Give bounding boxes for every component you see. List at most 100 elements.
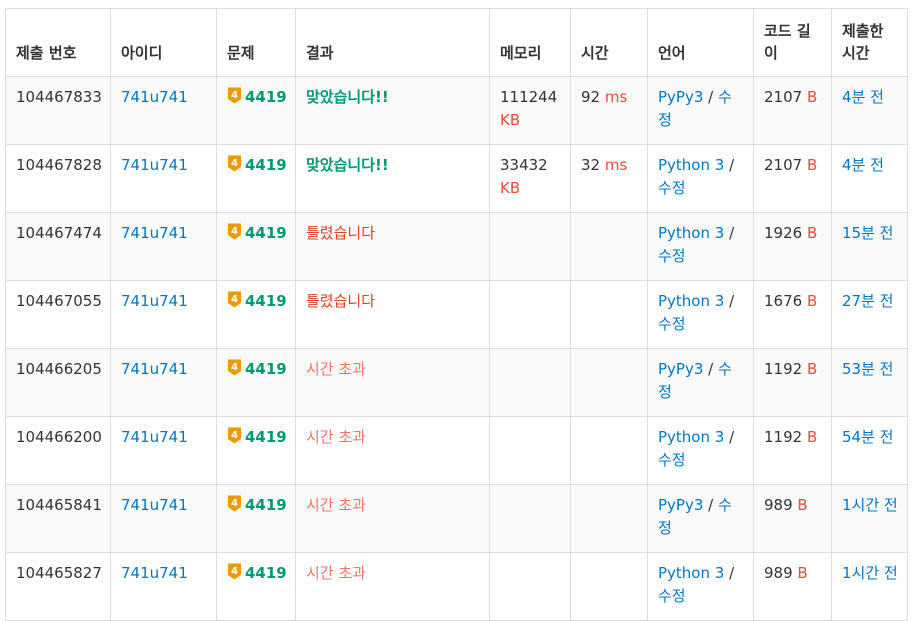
language-link[interactable]: Python 3 (658, 224, 724, 242)
time-cell (570, 212, 648, 281)
problem-cell: 4 4419 (216, 76, 296, 145)
problem-link[interactable]: 4419 (245, 156, 287, 174)
result-text[interactable]: 시간 초과 (306, 360, 366, 378)
memory-cell (489, 552, 571, 621)
result-cell: 맞았습니다!! (295, 144, 490, 213)
language-cell: PyPy3 / 수정 (647, 484, 754, 553)
memory-cell (489, 416, 571, 485)
svg-text:4: 4 (231, 90, 238, 101)
problem-link[interactable]: 4419 (245, 496, 287, 514)
code-length-cell: 2107 B (753, 76, 832, 145)
submitted-time-link[interactable]: 15분 전 (842, 224, 893, 242)
problem-cell: 4 4419 (216, 484, 296, 553)
header-user-id: 아이디 (110, 8, 217, 77)
code-length-value: 2107 (764, 88, 803, 106)
edit-link[interactable]: 수정 (658, 247, 686, 265)
user-id-cell: 741u741 (110, 280, 217, 349)
memory-cell (489, 280, 571, 349)
problem-link[interactable]: 4419 (245, 292, 287, 310)
user-id-link[interactable]: 741u741 (121, 428, 188, 446)
memory-cell: 111244 KB (489, 76, 571, 145)
gold-tier-icon: 4 (228, 87, 241, 104)
user-id-link[interactable]: 741u741 (121, 496, 188, 514)
header-language: 언어 (647, 8, 754, 77)
submitted-time-link[interactable]: 53분 전 (842, 360, 893, 378)
code-length-unit: B (797, 496, 808, 514)
svg-text:4: 4 (231, 294, 238, 305)
edit-link[interactable]: 수정 (658, 179, 686, 197)
code-length-value: 989 (764, 496, 793, 514)
user-id-link[interactable]: 741u741 (121, 156, 188, 174)
code-length-value: 2107 (764, 156, 803, 174)
edit-link[interactable]: 수정 (658, 587, 686, 605)
status-table-container: 제출 번호 아이디 문제 결과 메모리 시간 언어 코드 길이 제출한 시간 1… (5, 8, 908, 621)
user-id-link[interactable]: 741u741 (121, 292, 188, 310)
svg-text:4: 4 (231, 498, 238, 509)
code-length-unit: B (806, 360, 818, 378)
memory-cell (489, 212, 571, 281)
submission-id: 104467055 (16, 292, 102, 310)
result-text[interactable]: 틀렸습니다 (306, 224, 375, 242)
submission-id-cell: 104467474 (5, 212, 111, 281)
submitted-time-link[interactable]: 1시간 전 (842, 496, 898, 514)
submitted-time-link[interactable]: 27분 전 (842, 292, 893, 310)
result-text[interactable]: 시간 초과 (306, 428, 366, 446)
language-link[interactable]: PyPy3 (658, 360, 703, 378)
user-id-link[interactable]: 741u741 (121, 88, 188, 106)
submission-status-table: 제출 번호 아이디 문제 결과 메모리 시간 언어 코드 길이 제출한 시간 1… (5, 8, 908, 621)
code-length-cell: 1676 B (753, 280, 832, 349)
code-length-cell: 1926 B (753, 212, 832, 281)
language-cell: PyPy3 / 수정 (647, 348, 754, 417)
result-text[interactable]: 틀렸습니다 (306, 292, 375, 310)
svg-text:4: 4 (231, 226, 238, 237)
submission-id: 104467474 (16, 224, 102, 242)
submission-id-cell: 104465841 (5, 484, 111, 553)
header-memory: 메모리 (489, 8, 571, 77)
result-cell: 시간 초과 (295, 484, 490, 553)
problem-link[interactable]: 4419 (245, 88, 287, 106)
header-submission-id: 제출 번호 (5, 8, 111, 77)
problem-cell: 4 4419 (216, 348, 296, 417)
edit-link[interactable]: 수정 (658, 315, 686, 333)
submission-id-cell: 104466205 (5, 348, 111, 417)
header-result: 결과 (295, 8, 490, 77)
language-link[interactable]: PyPy3 (658, 88, 703, 106)
problem-link[interactable]: 4419 (245, 224, 287, 242)
submitted-time-link[interactable]: 1시간 전 (842, 564, 898, 582)
language-link[interactable]: Python 3 (658, 292, 724, 310)
submitted-time-link[interactable]: 4분 전 (842, 88, 884, 106)
problem-cell: 4 4419 (216, 280, 296, 349)
memory-cell (489, 348, 571, 417)
language-link[interactable]: PyPy3 (658, 496, 703, 514)
problem-link[interactable]: 4419 (245, 564, 287, 582)
problem-link[interactable]: 4419 (245, 360, 287, 378)
user-id-cell: 741u741 (110, 212, 217, 281)
language-link[interactable]: Python 3 (658, 564, 724, 582)
submitted-time-link[interactable]: 54분 전 (842, 428, 893, 446)
user-id-link[interactable]: 741u741 (121, 224, 188, 242)
svg-text:4: 4 (231, 566, 238, 577)
code-length-cell: 989 B (753, 484, 832, 553)
user-id-link[interactable]: 741u741 (121, 564, 188, 582)
language-cell: Python 3 / 수정 (647, 212, 754, 281)
edit-link[interactable]: 수정 (658, 451, 686, 469)
table-row: 104467055 741u741 4 4419 틀렸습니다 Python 3 /… (5, 280, 908, 349)
problem-link[interactable]: 4419 (245, 428, 287, 446)
gold-tier-icon: 4 (228, 427, 241, 444)
language-cell: Python 3 / 수정 (647, 416, 754, 485)
language-link[interactable]: Python 3 (658, 156, 724, 174)
problem-cell: 4 4419 (216, 144, 296, 213)
result-text[interactable]: 시간 초과 (306, 496, 366, 514)
result-text[interactable]: 시간 초과 (306, 564, 366, 582)
time-value: 32 (581, 156, 601, 174)
user-id-link[interactable]: 741u741 (121, 360, 188, 378)
submission-id-cell: 104467828 (5, 144, 111, 213)
result-text[interactable]: 맞았습니다!! (306, 156, 389, 174)
memory-unit: KB (500, 179, 521, 197)
submitted-time-cell: 4분 전 (831, 144, 908, 213)
user-id-cell: 741u741 (110, 552, 217, 621)
submitted-time-link[interactable]: 4분 전 (842, 156, 884, 174)
code-length-value: 1192 (764, 360, 803, 378)
language-link[interactable]: Python 3 (658, 428, 724, 446)
result-text[interactable]: 맞았습니다!! (306, 88, 389, 106)
